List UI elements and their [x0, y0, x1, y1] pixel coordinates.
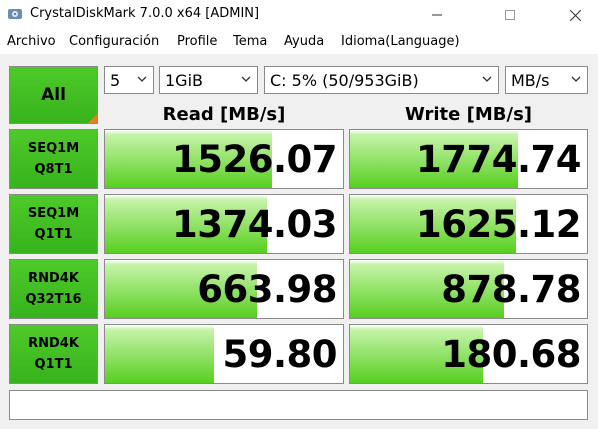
read-result-cell: 1374.03 [104, 194, 344, 254]
unit-select[interactable]: MB/s [505, 66, 588, 94]
write-value: 180.68 [441, 333, 581, 376]
menu-tema[interactable]: Tema [233, 34, 267, 49]
read-value: 59.80 [222, 333, 337, 376]
test-name: SEQ1M [27, 141, 80, 156]
test-name: RND4K [28, 336, 79, 351]
menu-bar: Archivo Configuración Profile Tema Ayuda… [0, 30, 598, 54]
comment-input[interactable] [9, 390, 588, 420]
run-all-label: All [41, 85, 66, 105]
test-button-rnd4k-q1t1[interactable]: RND4K Q1T1 [9, 324, 98, 384]
corner-marker [88, 114, 97, 123]
drive-value: C: 5% (50/953GiB) [270, 70, 419, 90]
maximize-icon [505, 10, 515, 20]
menu-profile[interactable]: Profile [177, 34, 217, 49]
write-value: 1625.12 [415, 203, 582, 246]
chevron-down-icon [137, 76, 147, 82]
test-params: Q32T16 [25, 292, 82, 307]
read-value: 663.98 [197, 268, 337, 311]
chevron-down-icon [241, 76, 251, 82]
minimize-icon [432, 14, 442, 16]
menu-configuracion[interactable]: Configuración [69, 34, 159, 49]
read-progress-fill [105, 325, 215, 383]
drive-select[interactable]: C: 5% (50/953GiB) [264, 66, 499, 94]
test-button-seq1m-q1t1[interactable]: SEQ1M Q1T1 [9, 194, 98, 254]
test-name: RND4K [28, 271, 79, 286]
close-button[interactable] [552, 0, 598, 30]
close-icon [569, 9, 581, 21]
minimize-button[interactable] [414, 0, 460, 30]
test-params: Q1T1 [34, 357, 73, 372]
test-button-rnd4k-q32t16[interactable]: RND4K Q32T16 [9, 259, 98, 319]
unit-value: MB/s [511, 70, 550, 90]
chevron-down-icon [482, 76, 492, 82]
menu-ayuda[interactable]: Ayuda [284, 34, 324, 49]
title-bar: CrystalDiskMark 7.0.0 x64 [ADMIN] [0, 0, 598, 30]
test-params: Q1T1 [34, 227, 73, 242]
chevron-down-icon [571, 76, 581, 82]
test-size-select[interactable]: 1GiB [159, 66, 258, 94]
read-value: 1374.03 [171, 203, 338, 246]
read-result-cell: 663.98 [104, 259, 344, 319]
write-value: 878.78 [441, 268, 581, 311]
window-title: CrystalDiskMark 7.0.0 x64 [ADMIN] [30, 6, 260, 21]
menu-archivo[interactable]: Archivo [7, 34, 56, 49]
write-header: Write [MB/s] [404, 104, 533, 125]
maximize-button[interactable] [487, 0, 533, 30]
write-result-cell: 1774.74 [349, 129, 588, 189]
write-result-cell: 1625.12 [349, 194, 588, 254]
write-value: 1774.74 [415, 138, 582, 181]
read-header: Read [MB/s] [162, 104, 286, 125]
write-result-cell: 878.78 [349, 259, 588, 319]
test-button-seq1m-q8t1[interactable]: SEQ1M Q8T1 [9, 129, 98, 189]
test-count-value: 5 [110, 70, 121, 90]
read-result-cell: 59.80 [104, 324, 344, 384]
test-count-select[interactable]: 5 [104, 66, 154, 94]
read-value: 1526.07 [171, 138, 338, 181]
test-params: Q8T1 [34, 162, 73, 177]
read-result-cell: 1526.07 [104, 129, 344, 189]
menu-idioma[interactable]: Idioma(Language) [341, 34, 460, 49]
write-result-cell: 180.68 [349, 324, 588, 384]
app-disk-icon [8, 9, 22, 19]
test-name: SEQ1M [27, 206, 80, 221]
run-all-button[interactable]: All [9, 66, 98, 124]
test-size-value: 1GiB [165, 70, 203, 90]
